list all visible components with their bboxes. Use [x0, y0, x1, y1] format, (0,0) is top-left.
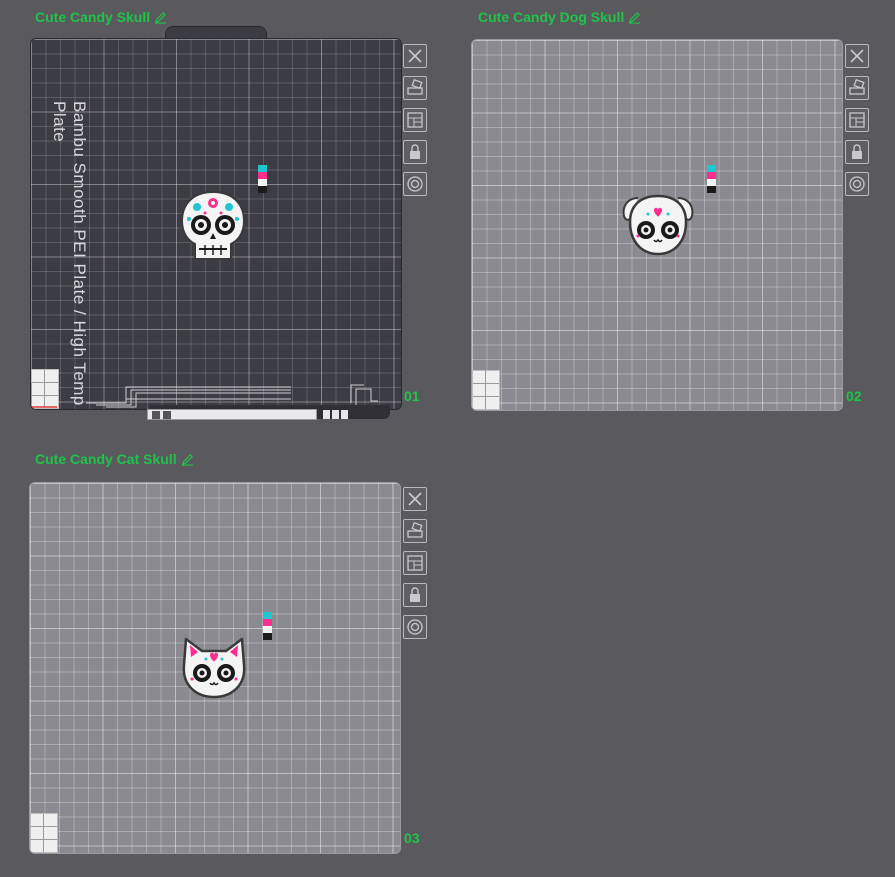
- cat-skull-model[interactable]: [178, 635, 250, 701]
- settings-icon: [407, 619, 423, 635]
- auto-orient-icon: [407, 522, 423, 538]
- plate-3-title-text: Cute Candy Cat Skull: [35, 451, 177, 467]
- edit-icon[interactable]: [181, 453, 194, 466]
- plate-1-number: 01: [404, 388, 420, 404]
- plate-2-toolbar: [845, 44, 869, 196]
- wipe-tower-pink: [707, 172, 716, 179]
- wipe-tower-cyan: [263, 612, 272, 619]
- lock-plate-button[interactable]: [403, 583, 427, 607]
- axis-gizmo: [31, 383, 57, 408]
- wipe-tower-cyan: [258, 165, 267, 172]
- wipe-tower-white: [258, 179, 267, 186]
- plate-1-bottom-icons: [323, 410, 348, 420]
- plate-settings-button[interactable]: [403, 615, 427, 639]
- close-plate-button[interactable]: [845, 44, 869, 68]
- edit-icon[interactable]: [154, 11, 167, 24]
- auto-orient-button[interactable]: [845, 76, 869, 100]
- build-plate-3[interactable]: [29, 482, 401, 854]
- skull-model[interactable]: [179, 189, 247, 263]
- plate-1-toolbar: [403, 44, 427, 196]
- auto-orient-button[interactable]: [403, 519, 427, 543]
- auto-orient-icon: [849, 79, 865, 95]
- plate-2-title-text: Cute Candy Dog Skull: [478, 9, 625, 25]
- plate-1-title-text: Cute Candy Skull: [35, 9, 151, 25]
- plate-2-number: 02: [846, 388, 862, 404]
- dog-skull-model[interactable]: [620, 192, 696, 258]
- close-plate-button[interactable]: [403, 487, 427, 511]
- wipe-tower-black: [707, 186, 716, 193]
- wipe-tower-black: [263, 633, 272, 640]
- plate-1-bottom-bar: [147, 409, 317, 420]
- arrange-button[interactable]: [845, 108, 869, 132]
- wipe-tower[interactable]: [263, 612, 272, 640]
- plate-3-title[interactable]: Cute Candy Cat Skull: [35, 451, 194, 467]
- lock-icon: [410, 144, 420, 159]
- wipe-tower-white: [263, 626, 272, 633]
- arrange-icon: [407, 112, 423, 128]
- build-plate-2[interactable]: [471, 39, 843, 411]
- wipe-tower-black: [258, 186, 267, 193]
- wipe-tower-cyan: [707, 165, 716, 172]
- arrange-icon: [849, 112, 865, 128]
- settings-icon: [407, 176, 423, 192]
- settings-icon: [849, 176, 865, 192]
- lock-icon: [410, 587, 420, 602]
- wipe-tower[interactable]: [707, 165, 716, 193]
- plate-3-number: 03: [404, 830, 420, 846]
- lock-plate-button[interactable]: [403, 140, 427, 164]
- plate-settings-button[interactable]: [403, 172, 427, 196]
- close-icon: [850, 49, 864, 63]
- wipe-tower-pink: [258, 172, 267, 179]
- plate-3-toolbar: [403, 487, 427, 639]
- edit-icon[interactable]: [628, 11, 641, 24]
- close-icon: [408, 492, 422, 506]
- plate-origin-block: [472, 370, 500, 410]
- arrange-button[interactable]: [403, 551, 427, 575]
- wipe-tower-white: [707, 179, 716, 186]
- plate-settings-button[interactable]: [845, 172, 869, 196]
- plate-type-label: Bambu Smooth PEI Plate / High Temp Plate: [50, 101, 89, 406]
- lock-icon: [852, 144, 862, 159]
- auto-orient-icon: [407, 79, 423, 95]
- auto-orient-button[interactable]: [403, 76, 427, 100]
- wipe-tower-pink: [263, 619, 272, 626]
- build-plate-1[interactable]: Bambu Smooth PEI Plate / High Temp Plate: [30, 38, 402, 410]
- plate-origin-block: [30, 813, 58, 853]
- close-plate-button[interactable]: [403, 44, 427, 68]
- plate-2-title[interactable]: Cute Candy Dog Skull: [478, 9, 641, 25]
- arrange-icon: [407, 555, 423, 571]
- arrange-button[interactable]: [403, 108, 427, 132]
- lock-plate-button[interactable]: [845, 140, 869, 164]
- wipe-tower[interactable]: [258, 165, 267, 193]
- plate-1-title[interactable]: Cute Candy Skull: [35, 9, 167, 25]
- close-icon: [408, 49, 422, 63]
